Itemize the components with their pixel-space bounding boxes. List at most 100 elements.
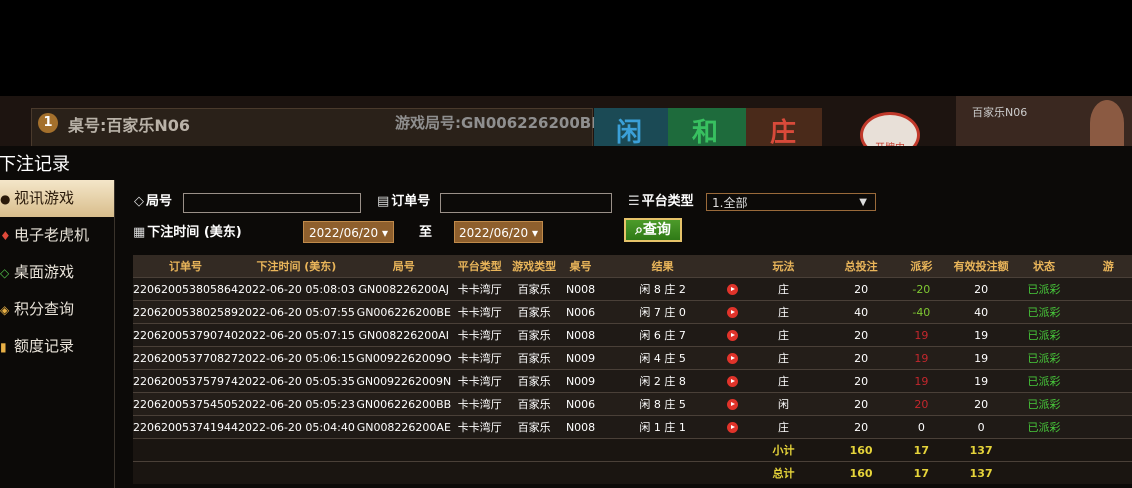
total-payout: 17 [894, 461, 948, 484]
table-cell-round: GN008226200AJ [354, 277, 453, 301]
play-video-icon[interactable] [727, 399, 739, 410]
table-cell-order: 220620053802589 [133, 300, 238, 324]
table-cell-round: GN006226200BB [354, 392, 453, 416]
table-cell-payout: 19 [894, 346, 948, 370]
table-cell-order: 220620053741944 [133, 415, 238, 439]
column-header: 订单号 [133, 255, 238, 278]
table-cell-play: 庄 [739, 415, 828, 439]
table-cell-play: 庄 [739, 277, 828, 301]
play-video-icon[interactable] [727, 422, 739, 433]
replay-video-cell[interactable] [725, 277, 740, 301]
table-cell-platform: 卡卡湾厅 [452, 277, 507, 301]
table-cell-bet: 20 [827, 369, 895, 393]
camera-icon: ● [0, 192, 11, 206]
table-cell-payout: 20 [894, 392, 948, 416]
play-video-icon[interactable] [727, 330, 739, 341]
diamond-icon: ◈ [0, 303, 10, 317]
dealer-video [1090, 100, 1124, 146]
sidebar-item-credit[interactable]: ▮ 额度记录 [0, 328, 114, 365]
table-cell-valid: 20 [947, 392, 1015, 416]
table-cell-payout: 19 [894, 323, 948, 347]
play-video-icon[interactable] [727, 307, 739, 318]
table-cell-extra [1073, 346, 1132, 370]
table-cell-result: 闲 8 庄 5 [599, 392, 726, 416]
table-cell-bet: 20 [827, 415, 895, 439]
table-cell-game: 百家乐 [506, 300, 562, 324]
calendar-icon: ▦ [133, 225, 146, 240]
banker-char: 庄 [770, 118, 797, 148]
table-cell-order: 220620053805864 [133, 277, 238, 301]
sidebar-item-points[interactable]: ◈ 积分查询 [0, 291, 114, 328]
platform-select[interactable]: 1.全部 ▼ [706, 193, 876, 211]
table-cell-status: 已派彩 [1014, 392, 1074, 416]
table-cell-bet: 20 [827, 277, 895, 301]
sidebar-item-label: 额度记录 [14, 337, 75, 355]
empty-cell [237, 461, 355, 484]
play-video-icon[interactable] [727, 376, 739, 387]
query-button[interactable]: ⌕查询 [624, 218, 682, 242]
slot-icon: ♦ [0, 229, 11, 243]
table-cell-payout: 0 [894, 415, 948, 439]
subtotal-label: 小计 [739, 438, 828, 462]
replay-video-cell[interactable] [725, 415, 740, 439]
sidebar-item-slots[interactable]: ♦ 电子老虎机 [0, 217, 114, 254]
play-video-icon[interactable] [727, 284, 739, 295]
player-char: 闲 [616, 118, 643, 148]
sidebar-item-live-games[interactable]: ● 视讯游戏 [0, 180, 114, 217]
column-header: 总投注 [827, 255, 895, 278]
subtotal-valid: 137 [947, 438, 1015, 462]
subtotal-row: 小计 160 17 137 [133, 438, 1132, 462]
empty-cell [133, 438, 238, 462]
table-cell-result: 闲 2 庄 8 [599, 369, 726, 393]
date-to-input[interactable]: 2022/06/20 ▾ [454, 221, 543, 243]
total-label: 总计 [739, 461, 828, 484]
table-row: 220620053757974 2022-06-20 05:05:35 GN0092… [133, 369, 1132, 393]
table-cell-extra [1073, 277, 1132, 301]
table-cell-result: 闲 8 庄 2 [599, 277, 726, 301]
table-cell-result: 闲 4 庄 5 [599, 346, 726, 370]
empty-cell [1073, 461, 1132, 484]
table-cell-table: N008 [561, 323, 600, 347]
bet-record-table: 订单号 下注时间 (美东) 局号 平台类型 游戏类型 桌号 结果 玩法 总投注 … [133, 255, 1132, 484]
table-row: 220620053770827 2022-06-20 05:06:15 GN0092… [133, 346, 1132, 370]
order-input[interactable] [440, 193, 612, 213]
empty-cell [1014, 461, 1074, 484]
replay-video-cell[interactable] [725, 346, 740, 370]
column-header [725, 255, 740, 278]
table-cell-bet: 40 [827, 300, 895, 324]
to-label: 至 [419, 225, 433, 240]
table-cell-result: 闲 7 庄 0 [599, 300, 726, 324]
date-from-input[interactable]: 2022/06/20 ▾ [303, 221, 394, 243]
table-badge: 1 [38, 113, 58, 133]
table-cell-platform: 卡卡湾厅 [452, 300, 507, 324]
table-cell-table: N006 [561, 392, 600, 416]
empty-cell [725, 438, 740, 462]
table-cell-payout: 19 [894, 369, 948, 393]
tag-icon: ◇ [134, 194, 144, 209]
replay-video-cell[interactable] [725, 392, 740, 416]
table-cell-time: 2022-06-20 05:04:40 [237, 415, 355, 439]
column-header: 局号 [354, 255, 453, 278]
table-cell-time: 2022-06-20 05:05:35 [237, 369, 355, 393]
replay-video-cell[interactable] [725, 369, 740, 393]
play-video-icon[interactable] [727, 353, 739, 364]
table-cell-round: GN008226200AE [354, 415, 453, 439]
table-row: 220620053805864 2022-06-20 05:08:03 GN0082… [133, 277, 1132, 301]
replay-video-cell[interactable] [725, 323, 740, 347]
sidebar-item-label: 积分查询 [14, 300, 75, 318]
table-cell-game: 百家乐 [506, 323, 562, 347]
round-input[interactable] [183, 193, 361, 213]
subtotal-payout: 17 [894, 438, 948, 462]
table-cell-play: 庄 [739, 369, 828, 393]
table-cell-time: 2022-06-20 05:07:15 [237, 323, 355, 347]
table-cell-extra [1073, 300, 1132, 324]
replay-video-cell[interactable] [725, 300, 740, 324]
sidebar-item-table-games[interactable]: ◇ 桌面游戏 [0, 254, 114, 291]
table-cell-order: 220620053757974 [133, 369, 238, 393]
table-cell-round: GN0092262009O [354, 346, 453, 370]
empty-cell [725, 461, 740, 484]
sidebar-item-label: 视讯游戏 [14, 189, 75, 207]
document-icon: ▮ [0, 340, 7, 354]
sidebar: ● 视讯游戏 ♦ 电子老虎机 ◇ 桌面游戏 ◈ 积分查询 ▮ 额度记录 [0, 180, 114, 365]
empty-cell [452, 438, 507, 462]
